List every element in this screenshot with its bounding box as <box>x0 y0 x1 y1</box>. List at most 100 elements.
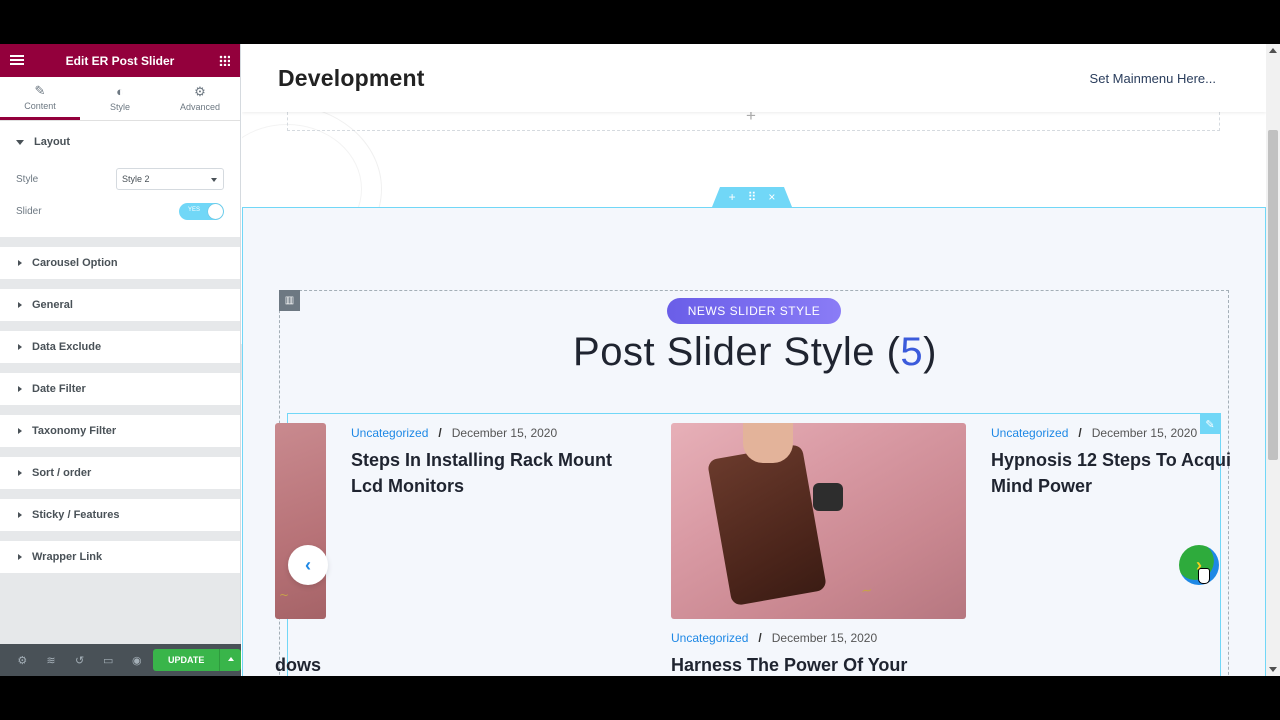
panel-section-sort-order[interactable]: Sort / order <box>0 457 240 489</box>
style-select[interactable]: Style 2 <box>116 168 224 190</box>
preview-eye-icon[interactable]: ◉ <box>123 654 152 667</box>
close-icon[interactable]: × <box>768 190 775 204</box>
scroll-up-icon[interactable] <box>1269 48 1277 53</box>
section-handle[interactable]: + ⠿ × <box>712 187 792 207</box>
separator-icon: / <box>758 631 762 645</box>
post-title-line: Harness The Power Of Your <box>671 655 908 675</box>
tab-advanced-label: Advanced <box>179 102 221 112</box>
heading-number: 5 <box>900 330 924 374</box>
slider-toggle-text: YES <box>188 206 201 213</box>
slider-label: Slider <box>16 205 42 217</box>
caret-right-icon <box>18 554 22 560</box>
responsive-icon[interactable]: ▭ <box>94 654 123 667</box>
post-date: December 15, 2020 <box>451 426 558 440</box>
camera-photo <box>706 443 828 607</box>
post-category-link[interactable]: Uncategorized <box>351 426 428 440</box>
panel-section-label: Sort / order <box>32 467 92 479</box>
hand-cursor-icon <box>1198 568 1210 584</box>
post-slider-section: ▥ NEWS SLIDER STYLE Post Slider Style (5… <box>242 207 1266 676</box>
post-title-link[interactable]: Steps In Installing Rack Mount Lcd Monit… <box>351 447 612 499</box>
post-meta: Uncategorized / December 15, 2020 <box>351 426 557 440</box>
caret-right-icon <box>18 512 22 518</box>
post-date: December 15, 2020 <box>1091 426 1198 440</box>
widgets-grid-icon[interactable] <box>219 55 230 66</box>
app-frame: Edit ER Post Slider ✎ Content ◐ Style ⚙ … <box>0 44 1280 676</box>
panel-section-label: General <box>32 299 73 311</box>
update-options-button[interactable] <box>219 649 241 671</box>
caret-right-icon <box>18 470 22 476</box>
history-icon[interactable]: ↺ <box>65 654 94 667</box>
site-title[interactable]: Development <box>278 65 425 92</box>
caret-right-icon <box>18 302 22 308</box>
tab-style[interactable]: ◐ Style <box>80 77 160 120</box>
panel-title: Edit ER Post Slider <box>65 53 175 68</box>
camera-lens-shape <box>813 483 843 511</box>
tab-content[interactable]: ✎ Content <box>0 77 80 120</box>
main-menu-link[interactable]: Set Mainmenu Here... <box>1090 71 1216 86</box>
layers-icon[interactable]: ≋ <box>37 654 66 667</box>
panel-section-general[interactable]: General <box>0 289 240 321</box>
panel-section-label: Date Filter <box>32 383 86 395</box>
hand-shape <box>743 423 793 463</box>
section-heading: Post Slider Style (5) <box>243 330 1266 375</box>
car-emblem-image: ~ <box>859 582 874 600</box>
post-title-line: Hypnosis 12 Steps To Acqui <box>991 450 1231 470</box>
post-meta: Uncategorized / December 15, 2020 <box>671 631 877 645</box>
post-title-link[interactable]: Hypnosis 12 Steps To Acqui Mind Power <box>991 447 1231 499</box>
panel-section-wrapper-link[interactable]: Wrapper Link <box>0 541 240 573</box>
post-meta: Uncategorized / December 15, 2020 <box>991 426 1197 440</box>
style-label: Style <box>16 173 39 185</box>
edit-widget-icon[interactable]: ✎ <box>1200 414 1220 434</box>
panel-section-date-filter[interactable]: Date Filter <box>0 373 240 405</box>
post-title-line: dows <box>275 655 322 675</box>
post-image-camera[interactable]: ~ <box>671 423 966 619</box>
panel-section-label: Taxonomy Filter <box>32 425 117 437</box>
collapsed-sections: Carousel Option General Data Exclude Date F… <box>0 247 240 573</box>
add-icon[interactable]: + <box>729 190 736 204</box>
settings-icon[interactable]: ⚙ <box>8 654 37 667</box>
panel-section-data-exclude[interactable]: Data Exclude <box>0 331 240 363</box>
panel-section-label: Sticky / Features <box>32 509 120 521</box>
panel-section-carousel-option[interactable]: Carousel Option <box>0 247 240 279</box>
style-select-value: Style 2 <box>122 174 150 184</box>
drag-handle-icon[interactable]: ⠿ <box>748 190 757 204</box>
heading-text: Post Slider Style ( <box>573 330 901 374</box>
layout-section: Layout Style Style 2 Slider YES <box>0 121 240 237</box>
post-title-link[interactable]: Harness The Power Of Your <box>671 652 907 676</box>
panel-tabs: ✎ Content ◐ Style ⚙ Advanced <box>0 77 240 121</box>
tab-content-label: Content <box>24 100 56 111</box>
post-title-line: Mind Power <box>991 476 1093 496</box>
post-image-partial[interactable]: ~ <box>275 423 326 619</box>
scroll-down-icon[interactable] <box>1269 667 1277 672</box>
gear-icon: ⚙ <box>194 84 206 99</box>
pencil-icon: ✎ <box>34 82 46 98</box>
panel-section-sticky-features[interactable]: Sticky / Features <box>0 499 240 531</box>
post-date: December 15, 2020 <box>771 631 878 645</box>
caret-right-icon <box>18 386 22 392</box>
tab-advanced[interactable]: ⚙ Advanced <box>160 77 240 120</box>
caret-right-icon <box>18 428 22 434</box>
caret-right-icon <box>18 344 22 350</box>
post-title-line: Steps In Installing Rack Mount <box>351 450 613 470</box>
column-handle-icon[interactable]: ▥ <box>279 290 300 311</box>
separator-icon: / <box>438 426 442 440</box>
slider-toggle[interactable]: YES <box>179 202 224 220</box>
panel-section-taxonomy-filter[interactable]: Taxonomy Filter <box>0 415 240 447</box>
separator-icon: / <box>1078 426 1082 440</box>
chevron-left-icon: ‹ <box>305 554 311 575</box>
page-scrollbar[interactable] <box>1266 44 1280 676</box>
slider-prev-button[interactable]: ‹ <box>288 545 328 585</box>
layout-section-header[interactable]: Layout <box>0 121 240 163</box>
post-category-link[interactable]: Uncategorized <box>671 631 748 645</box>
editor-panel: Edit ER Post Slider ✎ Content ◐ Style ⚙ … <box>0 44 241 676</box>
panel-header: Edit ER Post Slider <box>0 44 240 77</box>
scroll-thumb[interactable] <box>1268 130 1278 460</box>
post-title-link[interactable]: dows <box>275 652 321 676</box>
page-preview: Development Set Mainmenu Here... + ▥ NEW… <box>242 44 1266 676</box>
update-button[interactable]: UPDATE <box>153 649 220 671</box>
slider-control: Slider YES <box>0 195 240 237</box>
post-category-link[interactable]: Uncategorized <box>991 426 1068 440</box>
panel-footer: ⚙ ≋ ↺ ▭ ◉ UPDATE <box>0 644 241 676</box>
tab-style-label: Style <box>109 102 130 112</box>
hamburger-menu-icon[interactable] <box>10 55 24 65</box>
